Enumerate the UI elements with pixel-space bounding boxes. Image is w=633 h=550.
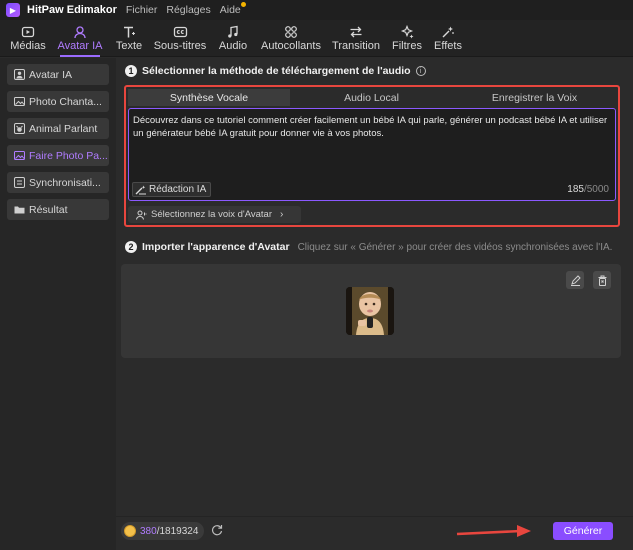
tab-enregistrer-voix[interactable]: Enregistrer la Voix bbox=[453, 89, 616, 106]
tab-medias[interactable]: Médias bbox=[10, 24, 46, 57]
sidebar-item-label: Synchronisati... bbox=[29, 176, 101, 189]
photo-icon bbox=[13, 150, 25, 162]
music-icon bbox=[226, 24, 240, 39]
menu-reglages[interactable]: Réglages bbox=[166, 4, 210, 16]
baby-photo bbox=[346, 287, 394, 335]
info-icon[interactable]: i bbox=[415, 66, 426, 76]
sidebar-item-label: Photo Chanta... bbox=[29, 95, 102, 108]
menu-fichier[interactable]: Fichier bbox=[126, 4, 158, 16]
tab-autocollants-label: Autocollants bbox=[261, 40, 321, 52]
ai-writing-label: Rédaction IA bbox=[149, 184, 207, 195]
avatar-photo-thumbnail[interactable] bbox=[346, 287, 394, 335]
media-icon bbox=[21, 24, 35, 39]
tab-effets[interactable]: Effets bbox=[432, 24, 464, 57]
sidebar-item-faire-photo-parler[interactable]: Faire Photo Pa... bbox=[7, 145, 109, 166]
magic-pen-icon bbox=[135, 185, 147, 195]
text-icon bbox=[122, 24, 136, 39]
tab-effets-label: Effets bbox=[434, 40, 462, 52]
tab-transition[interactable]: Transition bbox=[332, 24, 380, 57]
annotation-arrow bbox=[456, 525, 531, 537]
tab-synthese-vocale[interactable]: Synthèse Vocale bbox=[128, 89, 290, 106]
tab-autocollants[interactable]: Autocollants bbox=[259, 24, 323, 57]
menu-aide[interactable]: Aide bbox=[219, 2, 246, 16]
effects-icon bbox=[441, 24, 455, 39]
filters-icon bbox=[400, 24, 414, 39]
tab-filtres-label: Filtres bbox=[392, 40, 422, 52]
tab-medias-label: Médias bbox=[10, 40, 46, 52]
tab-texte-label: Texte bbox=[115, 40, 143, 52]
tab-audio-local[interactable]: Audio Local bbox=[290, 89, 453, 106]
sidebar-item-label: Avatar IA bbox=[29, 68, 72, 81]
section-avatar-title: Importer l'apparence d'Avatar bbox=[142, 241, 290, 253]
tab-avatar-ia-label: Avatar IA bbox=[57, 40, 103, 52]
sidebar-item-resultat[interactable]: Résultat bbox=[7, 199, 109, 220]
coin-icon bbox=[124, 525, 136, 537]
chevron-right-icon: › bbox=[280, 209, 284, 220]
edit-icon bbox=[570, 274, 581, 286]
main-panel: 1 Sélectionner la méthode de téléchargem… bbox=[116, 58, 633, 550]
subtitles-icon bbox=[173, 24, 188, 39]
sidebar-item-photo-chantante[interactable]: Photo Chanta... bbox=[7, 91, 109, 112]
character-counter: 185/5000 bbox=[567, 184, 609, 195]
sidebar-item-animal-parlant[interactable]: Animal Parlant bbox=[7, 118, 109, 139]
script-text[interactable]: Découvrez dans ce tutoriel comment créer… bbox=[133, 114, 611, 140]
edit-button[interactable] bbox=[566, 271, 584, 289]
tab-sous-titres-label: Sous-titres bbox=[153, 40, 207, 52]
tab-texte[interactable]: Texte bbox=[114, 24, 144, 57]
audio-method-tabs: Synthèse Vocale Audio Local Enregistrer … bbox=[128, 89, 616, 106]
char-count: 185 bbox=[567, 184, 584, 195]
tab-transition-label: Transition bbox=[332, 40, 380, 52]
tab-audio-label: Audio bbox=[218, 40, 248, 52]
select-voice-label: Sélectionnez la voix d'Avatar bbox=[151, 209, 272, 220]
step-number: 1 bbox=[125, 65, 137, 77]
sidebar-item-synchronisation[interactable]: Synchronisati... bbox=[7, 172, 109, 193]
generate-button[interactable]: Générer bbox=[553, 522, 613, 540]
credits-display: 380 /1819324 bbox=[121, 522, 205, 540]
avatar-icon bbox=[73, 24, 87, 39]
sync-icon bbox=[13, 177, 25, 189]
active-tab-indicator bbox=[60, 55, 100, 57]
select-voice-button[interactable]: Sélectionnez la voix d'Avatar › bbox=[128, 206, 301, 223]
stickers-icon bbox=[284, 24, 298, 39]
tab-audio[interactable]: Audio bbox=[216, 24, 250, 57]
credits-total: /1819324 bbox=[156, 525, 199, 537]
notification-dot bbox=[240, 2, 246, 7]
step-number: 2 bbox=[125, 241, 137, 253]
bottom-bar: 380 /1819324 Générer bbox=[116, 516, 633, 550]
photo-icon bbox=[13, 96, 25, 108]
ai-writing-button[interactable]: Rédaction IA bbox=[132, 182, 212, 197]
audio-upload-panel: Synthèse Vocale Audio Local Enregistrer … bbox=[124, 85, 620, 227]
sidebar-item-avatar-ia[interactable]: Avatar IA bbox=[7, 64, 109, 85]
trash-icon bbox=[597, 275, 608, 286]
tab-avatar-ia[interactable]: Avatar IA bbox=[56, 24, 104, 57]
section-audio-header: 1 Sélectionner la méthode de téléchargem… bbox=[125, 65, 426, 77]
avatar-icon bbox=[13, 69, 25, 81]
tab-filtres[interactable]: Filtres bbox=[390, 24, 424, 57]
title-bar: ▶ HitPaw Edimakor Fichier Réglages Aide bbox=[0, 0, 633, 20]
transition-icon bbox=[349, 24, 363, 39]
tab-sous-titres[interactable]: Sous-titres bbox=[153, 24, 207, 57]
section-avatar-header: 2 Importer l'apparence d'Avatar Cliquez … bbox=[125, 241, 612, 253]
sidebar-item-label: Résultat bbox=[29, 203, 68, 216]
avatar-import-area[interactable] bbox=[121, 264, 621, 358]
sidebar-item-label: Animal Parlant bbox=[29, 122, 98, 135]
section-audio-title: Sélectionner la méthode de téléchargemen… bbox=[142, 65, 411, 77]
app-logo: ▶ bbox=[6, 3, 20, 17]
animal-icon bbox=[13, 123, 25, 135]
toolbar: Médias Avatar IA Texte Sous-titres Audio… bbox=[0, 20, 633, 57]
menu-aide-label: Aide bbox=[219, 4, 241, 16]
refresh-icon[interactable] bbox=[211, 524, 223, 539]
sidebar-item-label: Faire Photo Pa... bbox=[29, 149, 108, 162]
section-avatar-hint: Cliquez sur « Générer » pour créer des v… bbox=[297, 241, 613, 253]
app-name: HitPaw Edimakor bbox=[27, 4, 117, 16]
delete-button[interactable] bbox=[593, 271, 611, 289]
voice-user-icon bbox=[136, 210, 147, 220]
credits-used: 380 bbox=[140, 525, 157, 537]
folder-icon bbox=[13, 204, 25, 216]
char-max: /5000 bbox=[583, 184, 609, 195]
script-text-input[interactable]: Découvrez dans ce tutoriel comment créer… bbox=[128, 108, 616, 201]
sidebar: Avatar IA Photo Chanta... Animal Parlant… bbox=[0, 58, 116, 550]
